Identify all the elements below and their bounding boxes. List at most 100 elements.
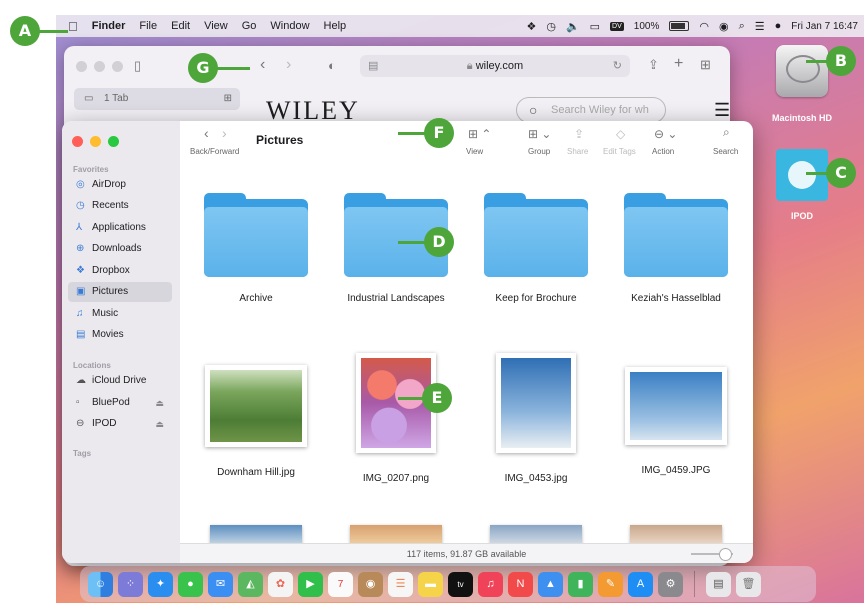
finder-zoom-button[interactable] bbox=[108, 136, 119, 147]
battery-icon[interactable] bbox=[669, 21, 690, 31]
notes-dock-icon[interactable]: ▬ bbox=[418, 571, 443, 597]
control-center-icon[interactable]: ☰ bbox=[755, 20, 765, 33]
finder-close-button[interactable] bbox=[72, 136, 83, 147]
menu-help[interactable]: Help bbox=[324, 20, 347, 32]
image-thumbnail-partial[interactable] bbox=[350, 525, 442, 545]
slider-knob[interactable] bbox=[719, 548, 732, 561]
airdrop-icon: ◎ bbox=[76, 179, 85, 190]
action-menu-icon[interactable]: ⊖ ⌄ bbox=[654, 127, 677, 141]
safari-zoom-button[interactable] bbox=[112, 60, 123, 72]
calendar-dock-icon[interactable]: 7 bbox=[328, 571, 353, 597]
screen-mirroring-icon[interactable]: ▭ bbox=[590, 20, 600, 33]
contacts-dock-icon[interactable]: ◉ bbox=[358, 571, 383, 597]
back-chevron-icon[interactable]: ‹ bbox=[260, 56, 265, 74]
tab-group-item[interactable]: ▭ 1 Tab ⊞ bbox=[74, 88, 240, 110]
messages-dock-icon[interactable]: ● bbox=[178, 571, 203, 597]
safari-dock-icon[interactable]: ✦ bbox=[148, 571, 173, 597]
address-bar[interactable]: ▤ 🔒︎ wiley.com ↻ bbox=[360, 55, 630, 77]
hamburger-menu-icon[interactable]: ☰ bbox=[714, 100, 730, 121]
icon-size-slider[interactable] bbox=[691, 548, 733, 561]
sidebar-item-applications[interactable]: ⅄ Applications bbox=[68, 218, 172, 238]
eject-icon[interactable]: ⏏ bbox=[155, 414, 164, 434]
finder-dock-icon[interactable]: ☺ bbox=[88, 571, 113, 597]
dropbox-status-icon[interactable]: ❖ bbox=[526, 20, 536, 33]
image-thumbnail bbox=[625, 367, 727, 445]
menu-view[interactable]: View bbox=[204, 20, 228, 32]
sidebar-item-dropbox[interactable]: ❖ Dropbox bbox=[68, 261, 172, 281]
apple-tv-dock-icon[interactable]: tv bbox=[448, 571, 473, 597]
image-item[interactable]: IMG_0207.png bbox=[326, 353, 466, 484]
time-machine-icon[interactable]: ◷ bbox=[546, 20, 556, 33]
numbers-dock-icon[interactable]: ▮ bbox=[568, 571, 593, 597]
launchpad-dock-icon[interactable]: ⁘ bbox=[118, 571, 143, 597]
image-thumbnail-partial[interactable] bbox=[630, 525, 722, 545]
sidebar-item-recents[interactable]: ◷ Recents bbox=[68, 196, 172, 216]
sidebar-item-pictures[interactable]: ▣ Pictures bbox=[68, 282, 172, 302]
share-icon[interactable]: ⇪ bbox=[648, 57, 659, 73]
pages-dock-icon[interactable]: ✎ bbox=[598, 571, 623, 597]
sidebar-item-ipod[interactable]: ⊖ IPOD ⏏ bbox=[68, 414, 172, 434]
sidebar-item-airdrop[interactable]: ◎ AirDrop bbox=[68, 175, 172, 195]
wifi-icon[interactable]: ◠ bbox=[699, 20, 709, 33]
reminders-dock-icon[interactable]: ☰ bbox=[388, 571, 413, 597]
image-thumbnail-partial[interactable] bbox=[490, 525, 582, 545]
spotlight-search-icon[interactable]: ⌕ bbox=[739, 20, 745, 33]
finder-minimize-button[interactable] bbox=[90, 136, 101, 147]
menu-finder[interactable]: Finder bbox=[92, 20, 126, 32]
image-item[interactable]: IMG_0453.jpg bbox=[466, 353, 606, 484]
dv-badge[interactable]: DV bbox=[610, 21, 624, 31]
group-icon[interactable]: ⊞ ⌄ bbox=[528, 127, 551, 141]
share-icon[interactable]: ⇪ bbox=[574, 127, 584, 141]
app-store-dock-icon[interactable]: A bbox=[628, 571, 653, 597]
image-item[interactable]: IMG_0459.JPG bbox=[606, 353, 746, 476]
sidebar-item-icloud-drive[interactable]: ☁ iCloud Drive bbox=[68, 371, 172, 391]
maps-dock-icon[interactable]: ◭ bbox=[238, 571, 263, 597]
folder-item[interactable]: Keziah's Hasselblad bbox=[606, 193, 746, 304]
tab-grid-icon[interactable]: ⊞ bbox=[224, 88, 232, 110]
back-chevron-icon[interactable]: ‹ bbox=[204, 125, 209, 141]
mail-dock-icon[interactable]: ✉ bbox=[208, 571, 233, 597]
safari-close-button[interactable] bbox=[76, 60, 87, 72]
apple-menu-icon[interactable]:  bbox=[68, 19, 78, 34]
image-thumbnail-partial[interactable] bbox=[210, 525, 302, 545]
sidebar-item-downloads[interactable]: ⊕ Downloads bbox=[68, 239, 172, 259]
sidebar-item-music[interactable]: ♫ Music bbox=[68, 304, 172, 324]
sidebar-toggle-icon[interactable]: ▯ bbox=[134, 58, 141, 74]
siri-icon[interactable]: ● bbox=[775, 20, 782, 32]
folder-item[interactable]: Keep for Brochure bbox=[466, 193, 606, 304]
sidebar-item-bluepod[interactable]: ▫ BluePod ⏏ bbox=[68, 393, 172, 413]
folder-item[interactable]: Archive bbox=[186, 193, 326, 304]
trash-dock-icon[interactable]: 🗑︎ bbox=[736, 571, 761, 597]
image-item[interactable]: Downham Hill.jpg bbox=[186, 353, 326, 478]
wiley-search-input[interactable]: ○ Search Wiley for wh bbox=[516, 97, 666, 123]
music-dock-icon[interactable]: ♫ bbox=[478, 571, 503, 597]
safari-minimize-button[interactable] bbox=[94, 60, 105, 72]
forward-chevron-icon[interactable]: › bbox=[222, 125, 227, 141]
clock[interactable]: Fri Jan 7 16:47 bbox=[791, 21, 858, 32]
menu-file[interactable]: File bbox=[139, 20, 157, 32]
eject-icon[interactable]: ⏏ bbox=[155, 393, 164, 413]
view-options-icon[interactable]: ⊞ ⌃ bbox=[468, 127, 491, 141]
page-menu-icon[interactable]: ▤ bbox=[368, 55, 378, 77]
system-preferences-dock-icon[interactable]: ⚙ bbox=[658, 571, 683, 597]
photos-dock-icon[interactable]: ✿ bbox=[268, 571, 293, 597]
new-tab-icon[interactable]: + bbox=[674, 55, 683, 73]
tab-overview-icon[interactable]: ⊞ bbox=[700, 57, 711, 73]
user-icon[interactable]: ◉ bbox=[719, 20, 729, 33]
sidebar-label: Recents bbox=[92, 200, 129, 211]
menu-edit[interactable]: Edit bbox=[171, 20, 190, 32]
menu-go[interactable]: Go bbox=[242, 20, 257, 32]
downloads-stack-dock-icon[interactable]: ▤ bbox=[706, 571, 731, 597]
menu-window[interactable]: Window bbox=[270, 20, 309, 32]
forward-chevron-icon[interactable]: › bbox=[286, 56, 291, 74]
reload-icon[interactable]: ↻ bbox=[613, 55, 622, 77]
volume-icon[interactable]: 🔈 bbox=[566, 20, 580, 33]
keynote-dock-icon[interactable]: ▲ bbox=[538, 571, 563, 597]
privacy-shield-icon[interactable]: ◐ bbox=[328, 58, 336, 73]
news-dock-icon[interactable]: N bbox=[508, 571, 533, 597]
search-icon[interactable]: ⌕ bbox=[723, 125, 730, 140]
facetime-dock-icon[interactable]: ▶ bbox=[298, 571, 323, 597]
desktop-ipod[interactable]: IPOD bbox=[762, 149, 842, 221]
sidebar-item-movies[interactable]: ▤ Movies bbox=[68, 325, 172, 345]
tag-icon[interactable]: ◇ bbox=[616, 127, 625, 141]
